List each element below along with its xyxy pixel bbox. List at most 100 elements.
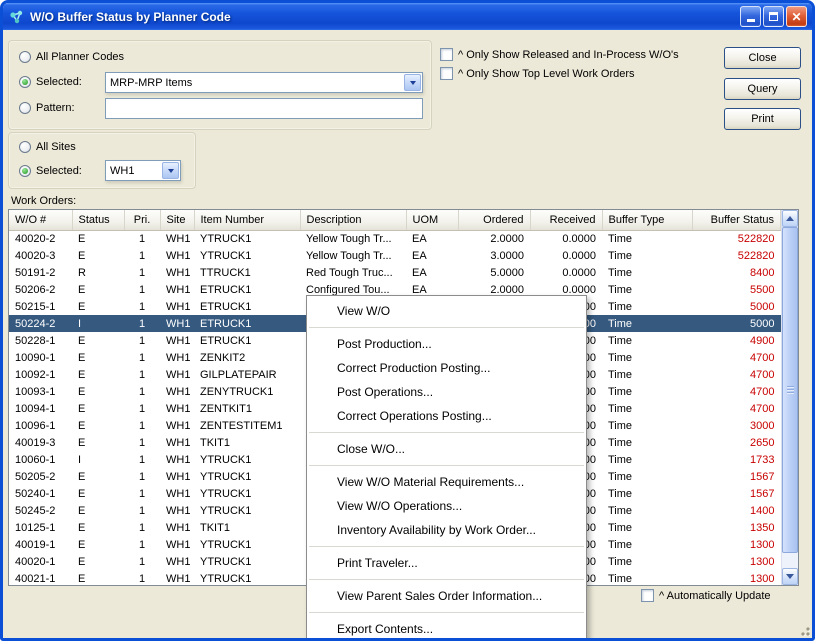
cell-buffer_status: 5000 bbox=[750, 300, 775, 313]
maximize-button[interactable] bbox=[763, 6, 784, 27]
menu-item[interactable]: Close W/O... bbox=[307, 437, 586, 461]
menu-item[interactable]: Inventory Availability by Work Order... bbox=[307, 518, 586, 542]
column-header-buffer_type[interactable]: Buffer Type bbox=[602, 210, 693, 231]
cell-site: WH1 bbox=[166, 487, 191, 500]
cell-status: E bbox=[78, 470, 86, 483]
planner-all-radio[interactable] bbox=[19, 51, 31, 63]
sites-selected-label: Selected: bbox=[36, 165, 82, 177]
planner-pattern-radio[interactable] bbox=[19, 102, 31, 114]
only-released-checkbox[interactable] bbox=[440, 48, 453, 61]
planner-selected-radio[interactable] bbox=[19, 76, 31, 88]
cell-status: R bbox=[78, 266, 86, 279]
menu-item[interactable]: Export Contents... bbox=[307, 617, 586, 638]
cell-wo: 10125-1 bbox=[15, 521, 56, 534]
site-combobox[interactable]: WH1 bbox=[105, 160, 181, 181]
cell-pri: 1 bbox=[138, 555, 146, 568]
cell-site: WH1 bbox=[166, 232, 191, 245]
column-header-uom[interactable]: UOM bbox=[406, 210, 459, 231]
sites-all-radio[interactable] bbox=[19, 141, 31, 153]
cell-status: E bbox=[78, 487, 86, 500]
column-header-wo[interactable]: W/O # bbox=[9, 210, 73, 231]
site-combo-dropdown-button[interactable] bbox=[162, 162, 179, 179]
cell-item: TKIT1 bbox=[200, 521, 230, 534]
scroll-down-button[interactable] bbox=[782, 568, 798, 585]
scrollbar-thumb[interactable] bbox=[782, 227, 798, 553]
cell-item: ZENTESTITEM1 bbox=[200, 419, 283, 432]
cell-item: GILPLATEPAIR bbox=[200, 368, 277, 381]
column-header-item[interactable]: Item Number bbox=[194, 210, 301, 231]
column-header-desc[interactable]: Description bbox=[300, 210, 407, 231]
toplevel-filter-row: ^ Only Show Top Level Work Orders bbox=[440, 67, 635, 80]
menu-separator bbox=[309, 327, 584, 328]
column-header-received[interactable]: Received bbox=[530, 210, 603, 231]
menu-separator bbox=[309, 612, 584, 613]
cell-buffer_status: 3000 bbox=[750, 419, 775, 432]
auto-update-checkbox[interactable] bbox=[641, 589, 654, 602]
cell-site: WH1 bbox=[166, 572, 191, 585]
menu-item[interactable]: Print Traveler... bbox=[307, 551, 586, 575]
column-header-ordered[interactable]: Ordered bbox=[458, 210, 531, 231]
cell-buffer_type: Time bbox=[608, 232, 633, 245]
cell-site: WH1 bbox=[166, 555, 191, 568]
cell-item: YTRUCK1 bbox=[200, 555, 252, 568]
cell-buffer_type: Time bbox=[608, 334, 633, 347]
column-header-site[interactable]: Site bbox=[160, 210, 195, 231]
planner-code-combobox[interactable]: MRP-MRP Items bbox=[105, 72, 423, 93]
pattern-input[interactable] bbox=[105, 98, 423, 119]
planner-combo-dropdown-button[interactable] bbox=[404, 74, 421, 91]
cell-wo: 10092-1 bbox=[15, 368, 56, 381]
menu-item[interactable]: Post Operations... bbox=[307, 380, 586, 404]
minimize-button[interactable] bbox=[740, 6, 761, 27]
cell-item: ZENKIT2 bbox=[200, 351, 246, 364]
cell-item: YTRUCK1 bbox=[200, 487, 252, 500]
close-button[interactable]: Close bbox=[724, 47, 801, 69]
column-header-status[interactable]: Status bbox=[72, 210, 125, 231]
cell-status: E bbox=[78, 419, 86, 432]
menu-item[interactable]: Correct Operations Posting... bbox=[307, 404, 586, 428]
cell-site: WH1 bbox=[166, 334, 191, 347]
print-button[interactable]: Print bbox=[724, 108, 801, 130]
cell-buffer_status: 1300 bbox=[750, 538, 775, 551]
cell-wo: 50206-2 bbox=[15, 283, 56, 296]
cell-buffer_status: 522820 bbox=[737, 232, 775, 245]
cell-buffer_status: 4900 bbox=[750, 334, 775, 347]
cell-item: TTRUCK1 bbox=[200, 266, 251, 279]
cell-site: WH1 bbox=[166, 453, 191, 466]
cell-uom: EA bbox=[412, 232, 427, 245]
cell-item: ETRUCK1 bbox=[200, 334, 252, 347]
only-toplevel-checkbox[interactable] bbox=[440, 67, 453, 80]
menu-item[interactable]: Post Production... bbox=[307, 332, 586, 356]
sites-selected-radio[interactable] bbox=[19, 165, 31, 177]
cell-buffer_type: Time bbox=[608, 470, 633, 483]
table-row[interactable]: 50191-2 R 1 WH1 TTRUCK1 Red Tough Truc... EA 5.… bbox=[9, 264, 781, 281]
table-row[interactable]: 40020-2 E 1 WH1 YTRUCK1 Yellow Tough Tr... EA 2… bbox=[9, 230, 781, 247]
sites-group: All Sites Selected: WH1 bbox=[8, 132, 196, 189]
cell-site: WH1 bbox=[166, 436, 191, 449]
only-toplevel-label: ^ Only Show Top Level Work Orders bbox=[458, 67, 635, 80]
cell-site: WH1 bbox=[166, 504, 191, 517]
menu-item[interactable]: View Parent Sales Order Information... bbox=[307, 584, 586, 608]
cell-status: I bbox=[78, 317, 82, 330]
cell-buffer_type: Time bbox=[608, 436, 633, 449]
resize-grip[interactable] bbox=[797, 623, 810, 636]
cell-buffer_status: 1300 bbox=[750, 572, 775, 585]
menu-separator bbox=[309, 432, 584, 433]
column-header-buffer_status[interactable]: Buffer Status bbox=[692, 210, 781, 231]
menu-item[interactable]: View W/O Material Requirements... bbox=[307, 470, 586, 494]
table-row[interactable]: 40020-3 E 1 WH1 YTRUCK1 Yellow Tough Tr... EA 3… bbox=[9, 247, 781, 264]
arrow-up-icon bbox=[786, 216, 794, 221]
close-window-button[interactable]: ✕ bbox=[786, 6, 807, 27]
cell-received: 0.0000 bbox=[562, 249, 596, 262]
menu-item[interactable]: View W/O bbox=[307, 299, 586, 323]
menu-item[interactable]: Correct Production Posting... bbox=[307, 356, 586, 380]
titlebar[interactable]: W/O Buffer Status by Planner Code ✕ bbox=[3, 3, 812, 30]
column-header-pri[interactable]: Pri. bbox=[124, 210, 161, 231]
cell-item: YTRUCK1 bbox=[200, 572, 252, 585]
scroll-up-button[interactable] bbox=[782, 210, 798, 227]
menu-item[interactable]: View W/O Operations... bbox=[307, 494, 586, 518]
chevron-down-icon bbox=[409, 80, 416, 85]
query-button[interactable]: Query bbox=[724, 78, 801, 100]
cell-wo: 50215-1 bbox=[15, 300, 56, 313]
cell-wo: 50224-2 bbox=[15, 317, 56, 330]
vertical-scrollbar[interactable] bbox=[781, 210, 798, 585]
